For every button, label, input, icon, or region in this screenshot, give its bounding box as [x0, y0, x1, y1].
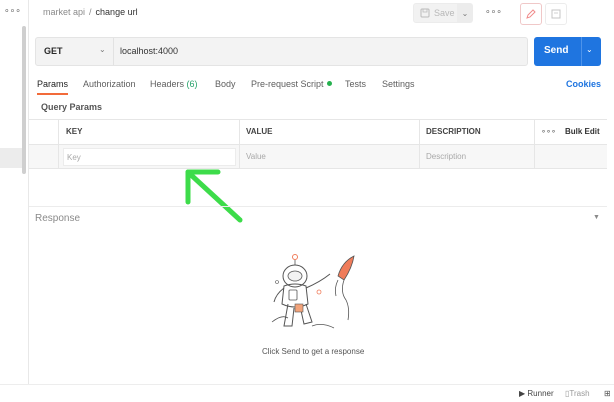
- save-icon: [420, 8, 430, 18]
- empty-response-text: Click Send to get a response: [262, 347, 365, 356]
- save-dropdown-button[interactable]: ⌄: [457, 3, 473, 23]
- doc-icon: [551, 9, 561, 19]
- breadcrumb-request[interactable]: change url: [96, 7, 138, 17]
- tab-pre-request-label: Pre-request Script: [251, 79, 324, 89]
- tab-headers-label: Headers: [150, 79, 185, 89]
- breadcrumb: market api / change url: [43, 7, 138, 17]
- chevron-down-icon[interactable]: ⌄: [99, 45, 106, 54]
- more-dots-icon[interactable]: ∘∘∘: [541, 127, 556, 136]
- table-header-row: KEY VALUE DESCRIPTION ∘∘∘ Bulk Edit: [29, 119, 607, 144]
- headers-count-badge: (6): [186, 79, 198, 89]
- send-label: Send: [544, 45, 569, 56]
- description-input[interactable]: Description: [426, 152, 466, 161]
- chevron-down-icon: ⌄: [461, 8, 469, 18]
- grid-layout-icon[interactable]: ⊞: [604, 389, 611, 398]
- breadcrumb-collection[interactable]: market api: [43, 7, 85, 17]
- left-sidebar-strip: ∘∘∘: [0, 0, 29, 402]
- url-divider: [113, 38, 114, 65]
- column-header-description: DESCRIPTION: [426, 127, 481, 136]
- bulk-edit-button[interactable]: Bulk Edit: [565, 127, 600, 136]
- method-select[interactable]: GET: [44, 46, 63, 56]
- response-title: Response: [35, 213, 81, 224]
- sidebar-selected-item[interactable]: [0, 148, 22, 168]
- send-divider: [581, 37, 582, 66]
- url-input[interactable]: localhost:4000: [120, 46, 178, 56]
- response-divider[interactable]: [29, 206, 607, 207]
- cookies-link[interactable]: Cookies: [566, 79, 601, 89]
- tab-settings[interactable]: Settings: [382, 79, 415, 89]
- status-bar: ▶ Runner ▯Trash ⊞: [0, 384, 614, 402]
- url-bar: GET ⌄ localhost:4000: [35, 37, 528, 66]
- trash-label: Trash: [569, 389, 590, 398]
- column-header-key: KEY: [66, 127, 83, 136]
- save-label: Save: [434, 8, 455, 18]
- status-dot-icon: [326, 81, 332, 86]
- table-row: Value Description: [29, 144, 607, 169]
- tab-tests[interactable]: Tests: [345, 79, 366, 89]
- runner-icon: ▶: [519, 389, 526, 398]
- runner-button[interactable]: ▶ Runner: [519, 389, 554, 398]
- tab-body[interactable]: Body: [215, 79, 236, 89]
- chevron-down-icon[interactable]: ⌄: [586, 45, 593, 54]
- query-params-title: Query Params: [41, 102, 103, 112]
- runner-label: Runner: [527, 389, 554, 398]
- astronaut-illustration-icon: [271, 254, 355, 329]
- column-header-value: VALUE: [246, 127, 273, 136]
- chevron-down-icon[interactable]: ▼: [593, 214, 600, 221]
- active-tab-indicator: [37, 93, 68, 95]
- send-button[interactable]: Send ⌄: [534, 37, 601, 66]
- sidebar-scrollbar[interactable]: [22, 26, 26, 174]
- pencil-icon: [526, 9, 536, 19]
- trash-button[interactable]: ▯Trash: [565, 389, 590, 398]
- edit-button[interactable]: [520, 3, 542, 25]
- query-params-table: KEY VALUE DESCRIPTION ∘∘∘ Bulk Edit Valu…: [29, 119, 607, 169]
- column-divider: [534, 119, 535, 169]
- tab-authorization[interactable]: Authorization: [83, 79, 136, 89]
- column-divider: [419, 119, 420, 169]
- value-input[interactable]: Value: [246, 152, 266, 161]
- more-dots-icon[interactable]: ∘∘∘: [4, 5, 21, 16]
- column-divider: [58, 119, 59, 169]
- annotation-arrow-icon: [185, 169, 243, 223]
- tab-headers[interactable]: Headers (6): [150, 79, 198, 89]
- documentation-button[interactable]: [545, 3, 567, 25]
- breadcrumb-separator: /: [89, 7, 92, 17]
- more-dots-icon[interactable]: ∘∘∘: [485, 6, 502, 17]
- tab-pre-request-script[interactable]: Pre-request Script: [251, 79, 332, 89]
- tab-params[interactable]: Params: [37, 79, 68, 89]
